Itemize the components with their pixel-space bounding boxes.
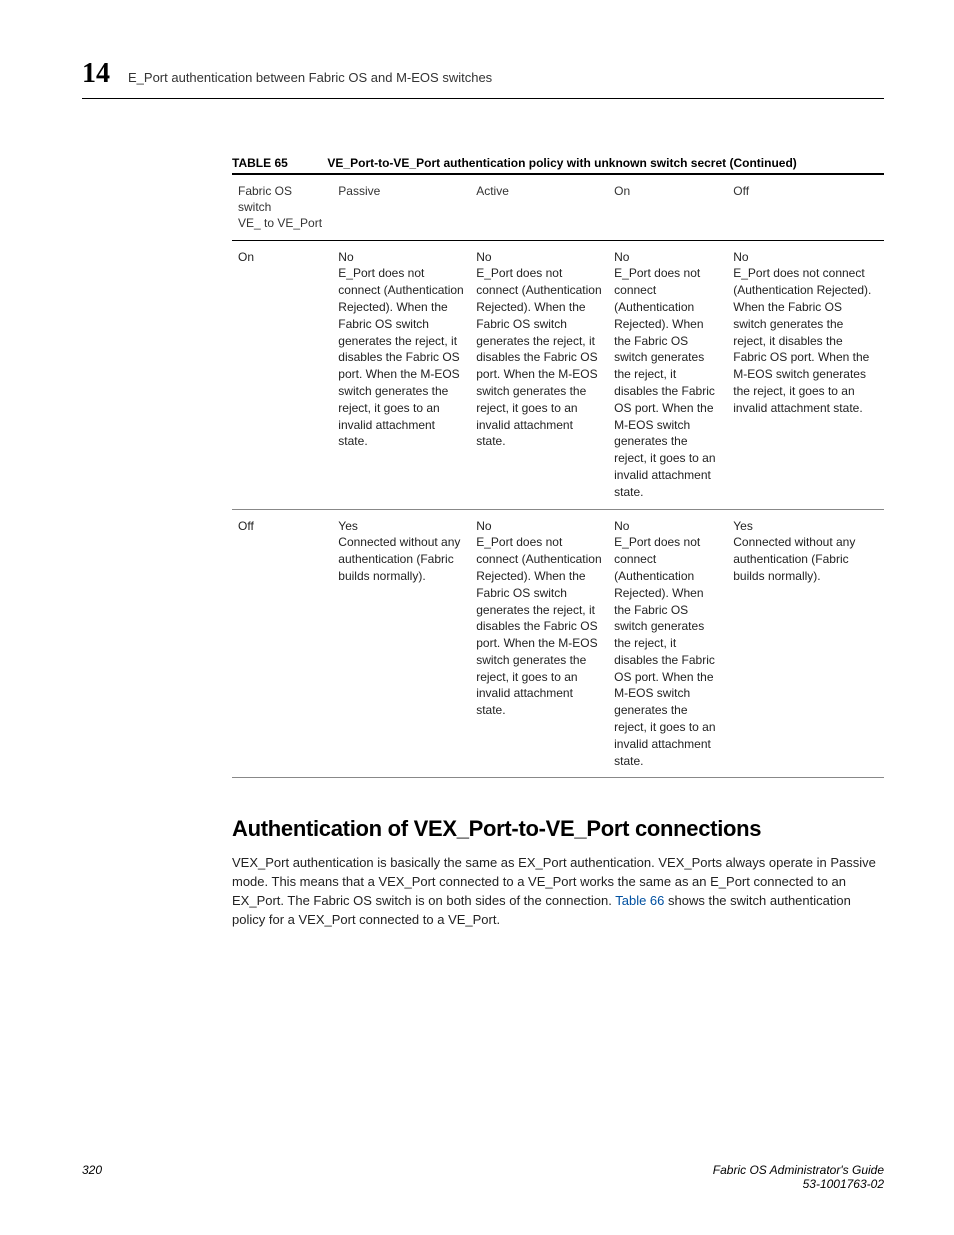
col-header: Active: [470, 174, 608, 240]
col-header: Off: [727, 174, 884, 240]
col-header: Fabric OS switch VE_ to VE_Port: [232, 174, 332, 240]
doc-title: Fabric OS Administrator's Guide: [713, 1163, 884, 1177]
auth-policy-table: Fabric OS switch VE_ to VE_Port Passive …: [232, 173, 884, 778]
table-cell: No E_Port does not connect (Authenticati…: [608, 509, 727, 778]
col-header: Passive: [332, 174, 470, 240]
row-header: On: [232, 240, 332, 509]
table-cell: No E_Port does not connect (Authenticati…: [470, 240, 608, 509]
page-footer: 320 Fabric OS Administrator's Guide 53-1…: [82, 1163, 884, 1191]
section-heading: Authentication of VEX_Port-to-VE_Port co…: [232, 816, 884, 842]
table-caption: TABLE 65 VE_Port-to-VE_Port authenticati…: [232, 155, 884, 170]
table-cell: No E_Port does not connect (Authenticati…: [332, 240, 470, 509]
table-cell: No E_Port does not connect (Authenticati…: [470, 509, 608, 778]
table-cell: Yes Connected without any authentication…: [332, 509, 470, 778]
table-row: Off Yes Connected without any authentica…: [232, 509, 884, 778]
table-label: TABLE 65: [232, 156, 288, 170]
table-cell: No E_Port does not connect (Authenticati…: [608, 240, 727, 509]
table-title: VE_Port-to-VE_Port authentication policy…: [327, 156, 796, 170]
table-cell: No E_Port does not connect (Authenticati…: [727, 240, 884, 509]
running-header-title: E_Port authentication between Fabric OS …: [128, 70, 492, 85]
table-66-link[interactable]: Table 66: [615, 893, 664, 908]
row-header: Off: [232, 509, 332, 778]
section-paragraph: VEX_Port authentication is basically the…: [232, 854, 884, 929]
doc-number: 53-1001763-02: [713, 1177, 884, 1191]
table-row: On No E_Port does not connect (Authentic…: [232, 240, 884, 509]
chapter-number: 14: [82, 58, 110, 90]
page-number: 320: [82, 1163, 102, 1191]
page-header: 14 E_Port authentication between Fabric …: [82, 58, 884, 99]
table-header-row: Fabric OS switch VE_ to VE_Port Passive …: [232, 174, 884, 240]
col-header: On: [608, 174, 727, 240]
table-cell: Yes Connected without any authentication…: [727, 509, 884, 778]
